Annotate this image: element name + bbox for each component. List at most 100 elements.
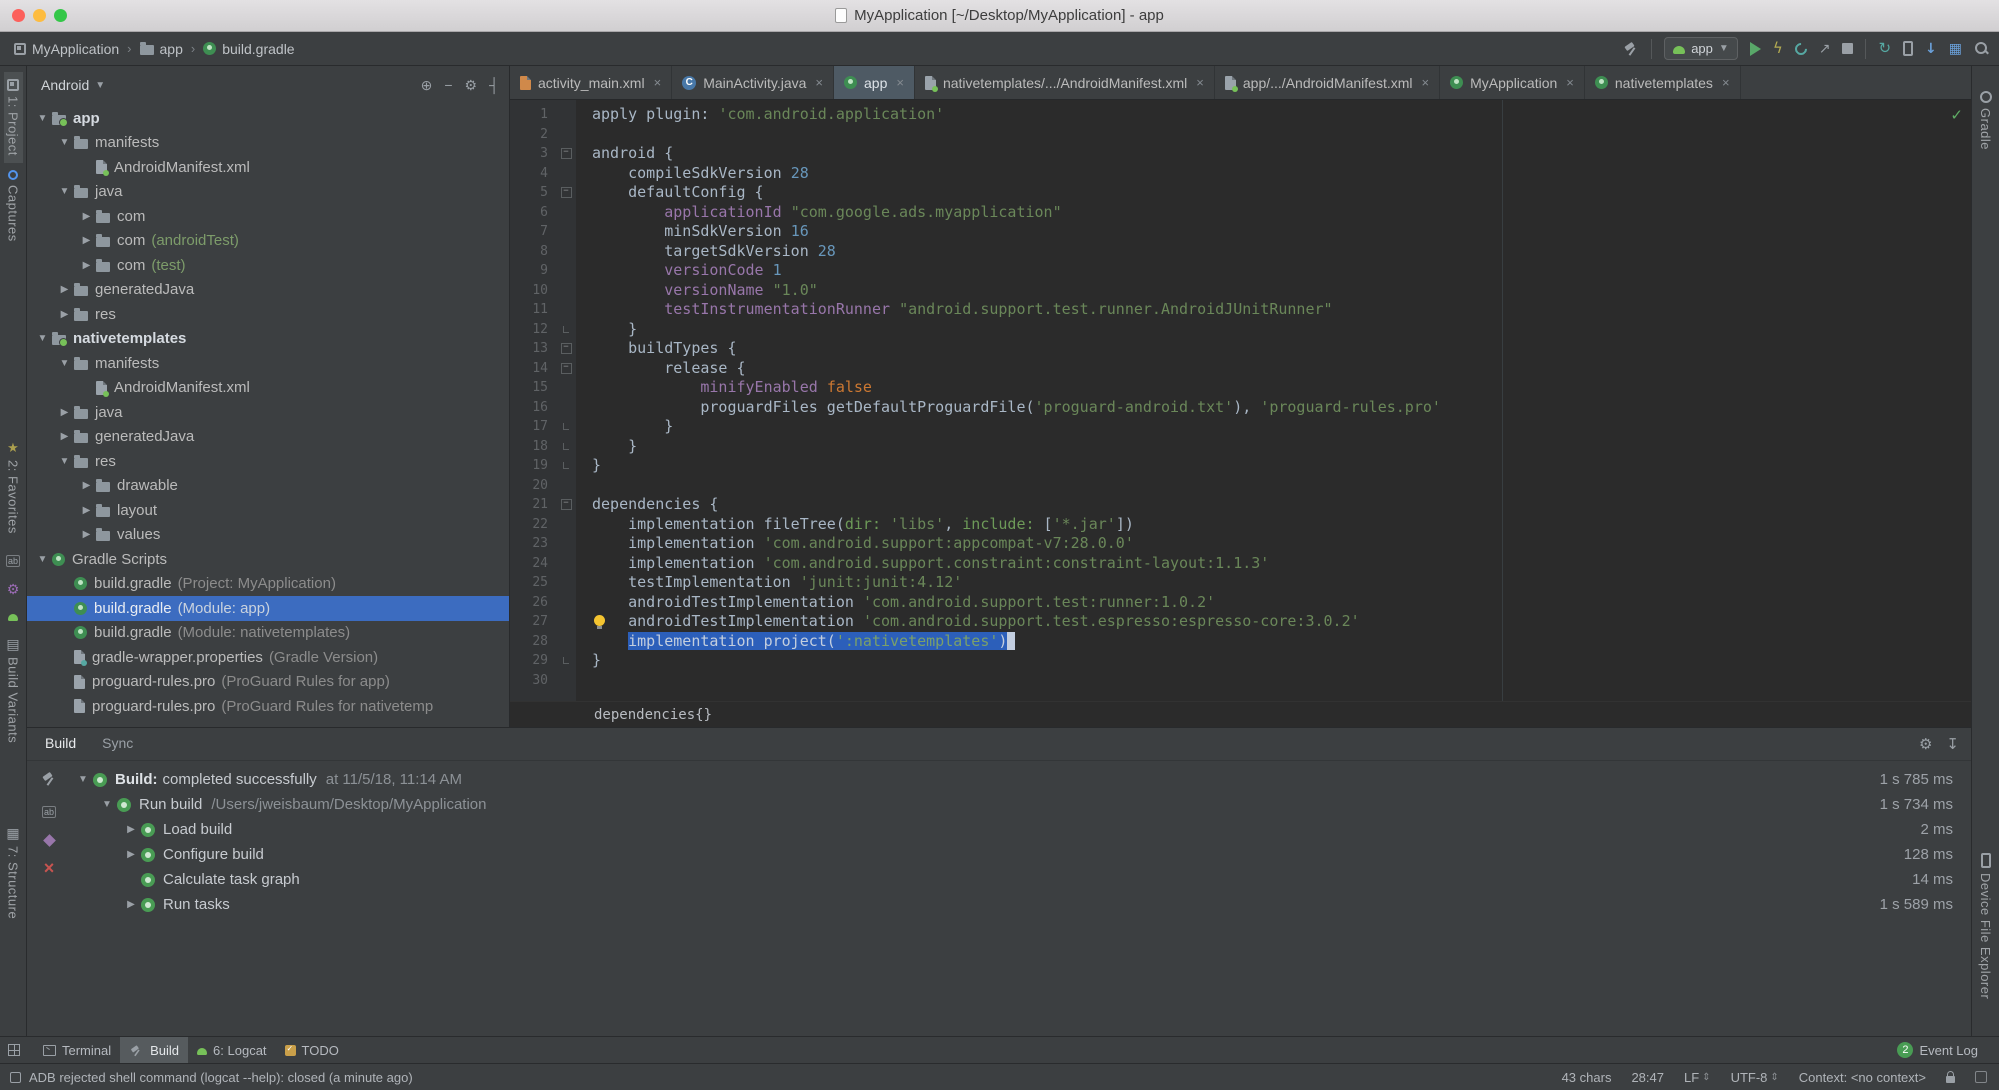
stop-build-icon[interactable] (44, 861, 55, 879)
settings-gear-icon[interactable]: ⚙ (465, 77, 478, 94)
code-line[interactable]: 17 } (510, 417, 1971, 437)
editor-tab-nativetemplates[interactable]: nativetemplates × (1585, 66, 1741, 99)
close-tab-icon[interactable]: × (654, 75, 662, 90)
code-line[interactable]: 10 versionName "1.0" (510, 281, 1971, 301)
tool-button-build-variants[interactable]: Build Variants (4, 631, 23, 750)
tree-item-proguard-rules-pro-proguard-rules-for-nativetemp[interactable]: proguard-rules.pro (ProGuard Rules for na… (27, 694, 509, 719)
build-row-load-build[interactable]: ▶ Load build 2 ms (71, 817, 1971, 842)
build-settings-gear-icon[interactable]: ⚙ (1919, 735, 1932, 753)
code-line[interactable]: 11 testInstrumentationRunner "android.su… (510, 300, 1971, 320)
tool-window-button-terminal[interactable]: Terminal (34, 1037, 120, 1063)
tool-button-device-file-explorer[interactable]: Device File Explorer (1976, 846, 1995, 1006)
expand-arrow-icon[interactable]: ▶ (77, 480, 96, 491)
editor-tab-mainactivity-java[interactable]: MainActivity.java × (672, 66, 834, 99)
build-tab-build[interactable]: Build (45, 735, 76, 751)
build-row-complet-ed-successfully[interactable]: ▼ Build: complet­ed successfully at 11/5/18… (71, 767, 1971, 792)
search-everywhere-button[interactable] (1974, 41, 1989, 56)
code-line[interactable]: 12 } (510, 320, 1971, 340)
close-tab-icon[interactable]: × (1422, 75, 1430, 90)
tool-button-7-structure[interactable]: 7: Structure (4, 820, 23, 926)
tree-item-androidmanifest-xml[interactable]: AndroidManifest.xml (27, 155, 509, 180)
apply-changes-button[interactable] (1773, 41, 1783, 56)
build-options-icon[interactable] (42, 834, 56, 847)
fold-marker-icon[interactable] (556, 657, 576, 664)
fold-marker-icon[interactable] (556, 343, 576, 354)
breadcrumb-item-app[interactable]: app (139, 41, 183, 57)
tool-window-switcher-icon[interactable] (8, 1044, 20, 1056)
tree-item-build-gradle-project-myapplication[interactable]: build.gradle (Project: MyApplication) (27, 572, 509, 597)
build-row-configure-build[interactable]: ▶ Configure build 128 ms (71, 842, 1971, 867)
tree-item-com[interactable]: ▶ com (27, 204, 509, 229)
code-line[interactable]: 23 implementation 'com.android.support:a… (510, 534, 1971, 554)
code-line[interactable]: 13 buildTypes { (510, 339, 1971, 359)
code-line[interactable]: 27 androidTestImplementation 'com.androi… (510, 612, 1971, 632)
code-line[interactable]: 19} (510, 456, 1971, 476)
code-line[interactable]: 4 compileSdkVersion 28 (510, 164, 1971, 184)
tree-item-values[interactable]: ▶ values (27, 523, 509, 548)
fold-marker-icon[interactable] (556, 326, 576, 333)
expand-arrow-icon[interactable]: ▼ (33, 554, 52, 565)
tree-item-manifests[interactable]: ▼ manifests (27, 131, 509, 156)
code-line[interactable]: 6 applicationId "com.google.ads.myapplic… (510, 203, 1971, 223)
android-tool-icon[interactable] (7, 613, 18, 621)
code-line[interactable]: 16 proguardFiles getDefaultProguardFile(… (510, 398, 1971, 418)
collapse-all-icon[interactable]: − (444, 77, 452, 93)
expand-arrow-icon[interactable]: ▶ (77, 529, 96, 540)
attach-debugger-button[interactable] (1819, 42, 1831, 56)
tree-item-gradle-wrapper-properties-gradle-version[interactable]: gradle-wrapper.properties (Gradle Version… (27, 645, 509, 670)
fold-marker-icon[interactable] (556, 499, 576, 510)
expand-arrow-icon[interactable]: ▶ (77, 260, 96, 271)
code-line[interactable]: 2 (510, 125, 1971, 145)
fold-marker-icon[interactable] (556, 148, 576, 159)
tree-item-generatedjava[interactable]: ▶ generatedJava (27, 278, 509, 303)
expand-arrow-icon[interactable]: ▶ (77, 505, 96, 516)
editor-tab-myapplication[interactable]: MyApplication × (1440, 66, 1585, 99)
layout-inspector-button[interactable] (1949, 42, 1962, 56)
code-line[interactable]: 3 android { (510, 144, 1971, 164)
background-tasks-icon[interactable] (1975, 1071, 1987, 1083)
code-line[interactable]: 7 minSdkVersion 16 (510, 222, 1971, 242)
build-hammer-button[interactable] (1624, 41, 1639, 56)
tree-item-manifests[interactable]: ▼ manifests (27, 351, 509, 376)
tree-item-res[interactable]: ▶ res (27, 302, 509, 327)
expand-arrow-icon[interactable]: ▼ (55, 456, 74, 467)
code-line[interactable]: 26 androidTestImplementation 'com.androi… (510, 593, 1971, 613)
close-tab-icon[interactable]: × (896, 75, 904, 90)
tree-item-res[interactable]: ▼ res (27, 449, 509, 474)
expand-arrow-icon[interactable]: ▶ (55, 309, 74, 320)
sdk-manager-button[interactable] (1925, 42, 1937, 56)
code-line[interactable]: 24 implementation 'com.android.support.c… (510, 554, 1971, 574)
build-tab-sync[interactable]: Sync (102, 735, 133, 751)
ab-tool-icon[interactable] (6, 551, 20, 569)
expand-arrow-icon[interactable]: ▼ (73, 774, 93, 785)
expand-arrow-icon[interactable]: ▼ (55, 137, 74, 148)
tree-item-nativetemplates[interactable]: ▼ nativetemplates (27, 327, 509, 352)
editor-tab-app[interactable]: app × (834, 66, 915, 99)
build-row-calculate-task-graph[interactable]: Calculate task graph 14 ms (71, 867, 1971, 892)
expand-arrow-icon[interactable]: ▶ (121, 899, 141, 910)
tree-item-androidmanifest-xml[interactable]: AndroidManifest.xml (27, 376, 509, 401)
stop-button[interactable] (1842, 43, 1854, 54)
build-row-run-build[interactable]: ▼ Run build/Users/jweisbaum/Desktop/MyApp… (71, 792, 1971, 817)
tree-item-layout[interactable]: ▶ layout (27, 498, 509, 523)
code-line[interactable]: 29} (510, 651, 1971, 671)
tool-button-2-favorites[interactable]: 2: Favorites (4, 434, 23, 541)
tree-item-com-test[interactable]: ▶ com (test) (27, 253, 509, 278)
tool-window-button-todo[interactable]: TODO (276, 1037, 348, 1063)
tree-item-generatedjava[interactable]: ▶ generatedJava (27, 425, 509, 450)
status-widget-context-no-context[interactable]: Context: <no context> (1799, 1070, 1926, 1085)
fold-marker-icon[interactable] (556, 363, 576, 374)
code-line[interactable]: 9 versionCode 1 (510, 261, 1971, 281)
expand-arrow-icon[interactable]: ▼ (97, 799, 117, 810)
status-widget-28-47[interactable]: 28:47 (1631, 1070, 1664, 1085)
close-window-button[interactable] (12, 9, 25, 22)
wrench-tool-icon[interactable] (7, 583, 20, 597)
expand-arrow-icon[interactable]: ▶ (55, 407, 74, 418)
fold-marker-icon[interactable] (556, 423, 576, 430)
intention-bulb-icon[interactable] (594, 615, 605, 629)
hide-panel-icon[interactable]: ┤ (489, 77, 499, 93)
minimize-window-button[interactable] (33, 9, 46, 22)
fold-marker-icon[interactable] (556, 462, 576, 469)
tree-item-app[interactable]: ▼ app (27, 106, 509, 131)
fold-marker-icon[interactable] (556, 443, 576, 450)
